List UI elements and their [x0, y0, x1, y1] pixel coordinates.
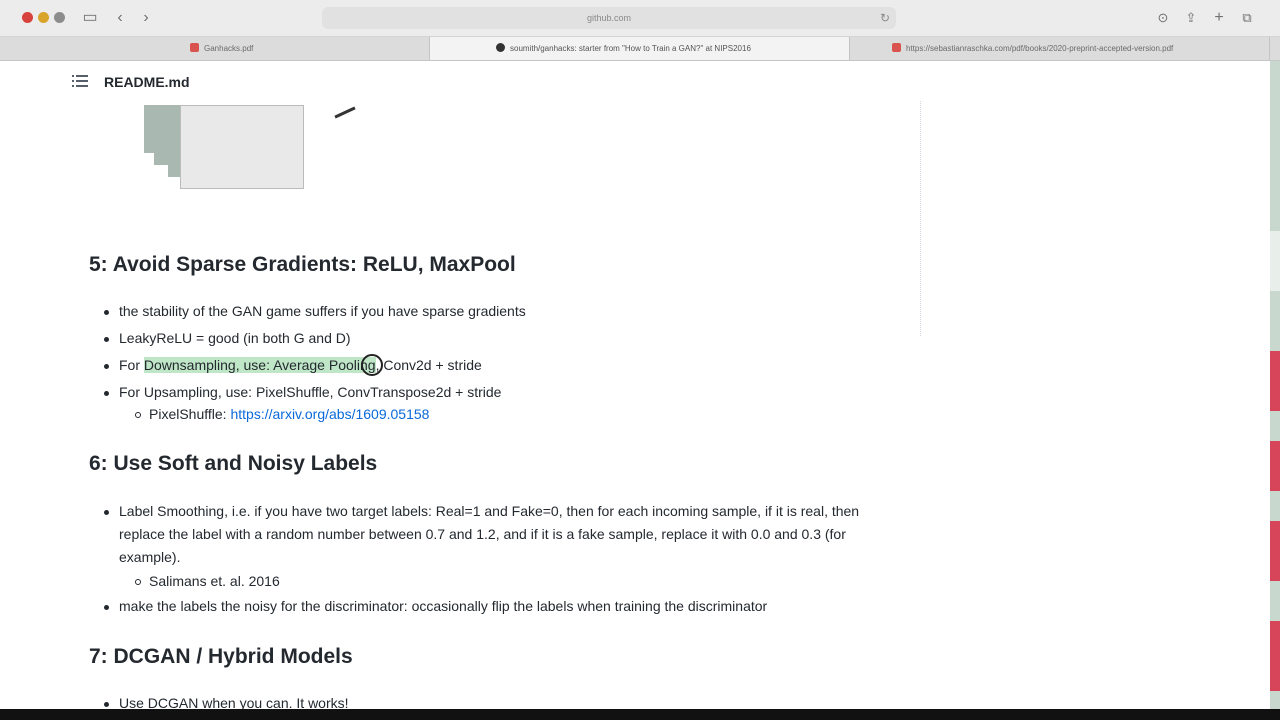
- section-5-list: the stability of the GAN game suffers if…: [89, 300, 909, 425]
- list-item: Use DCGAN when you can. It works!: [89, 692, 889, 709]
- readme-header: README.md: [60, 61, 920, 103]
- sub-list: PixelShuffle: https://arxiv.org/abs/1609…: [119, 404, 909, 425]
- list-item: For Downsampling, use: Average Pooling, …: [89, 354, 909, 377]
- list-item: make the labels the noisy for the discri…: [89, 595, 889, 618]
- arxiv-link[interactable]: https://arxiv.org/abs/1609.05158: [230, 406, 429, 422]
- download-icon[interactable]: ⊙: [1154, 7, 1172, 29]
- github-icon: [496, 43, 505, 52]
- sidebar-divider: [920, 101, 921, 336]
- back-icon[interactable]: ‹: [112, 7, 128, 29]
- screen-bottom-edge: [0, 709, 1280, 720]
- pdf-icon: [190, 43, 199, 52]
- close-window-button[interactable]: [22, 12, 33, 23]
- section-6-list: Label Smoothing, i.e. if you have two ta…: [89, 500, 889, 618]
- pdf-icon: [892, 43, 901, 52]
- window-edge: [1270, 61, 1280, 709]
- list-item: LeakyReLU = good (in both G and D): [89, 327, 909, 350]
- section-7-heading: 7: DCGAN / Hybrid Models: [89, 645, 353, 668]
- share-icon[interactable]: ⇪: [1182, 7, 1200, 29]
- tab-label: https://sebastianraschka.com/pdf/books/2…: [906, 44, 1174, 53]
- list-item: Label Smoothing, i.e. if you have two ta…: [89, 500, 889, 592]
- tab-raschka-pdf[interactable]: https://sebastianraschka.com/pdf/books/2…: [850, 37, 1270, 60]
- section-7-list: Use DCGAN when you can. It works!: [89, 692, 889, 709]
- tab-overview-icon[interactable]: ⧉: [1238, 7, 1256, 29]
- section-5-heading: 5: Avoid Sparse Gradients: ReLU, MaxPool: [89, 253, 516, 276]
- tab-label: Ganhacks.pdf: [204, 44, 254, 53]
- highlighted-text: Downsampling, use: Average Pooling: [143, 357, 376, 373]
- reload-icon[interactable]: ↻: [880, 7, 890, 29]
- illustration-image: [144, 105, 356, 189]
- tab-bar: Ganhacks.pdf soumith/ganhacks: starter f…: [0, 37, 1280, 61]
- section-6-heading: 6: Use Soft and Noisy Labels: [89, 452, 378, 475]
- browser-toolbar: ▭ ‹ › ◐ ◧ github.com ↻ ⊙ ⇪ + ⧉: [0, 0, 1280, 37]
- cursor-circle: [360, 354, 383, 376]
- address-bar[interactable]: github.com ↻: [322, 7, 896, 29]
- sub-list-item: Salimans et. al. 2016: [119, 571, 889, 592]
- tab-ganhacks-repo[interactable]: soumith/ganhacks: starter from "How to T…: [430, 37, 850, 60]
- tab-label: soumith/ganhacks: starter from "How to T…: [510, 44, 751, 53]
- list-item: For Upsampling, use: PixelShuffle, ConvT…: [89, 381, 909, 425]
- minimize-window-button[interactable]: [38, 12, 49, 23]
- page-content: README.md 5: Avoid Sparse Gradients: ReL…: [60, 61, 1270, 709]
- list-icon[interactable]: [72, 73, 90, 89]
- maximize-window-button[interactable]: [54, 12, 65, 23]
- sidebar-toggle-icon[interactable]: ▭: [80, 7, 100, 29]
- forward-icon[interactable]: ›: [138, 7, 154, 29]
- new-tab-icon[interactable]: +: [1210, 7, 1228, 29]
- list-item: the stability of the GAN game suffers if…: [89, 300, 909, 323]
- sub-list: Salimans et. al. 2016: [119, 571, 889, 592]
- tab-ganhacks-pdf[interactable]: Ganhacks.pdf: [0, 37, 430, 60]
- readme-title: README.md: [104, 74, 190, 90]
- sub-list-item: PixelShuffle: https://arxiv.org/abs/1609…: [119, 404, 909, 425]
- address-url: github.com: [586, 13, 632, 23]
